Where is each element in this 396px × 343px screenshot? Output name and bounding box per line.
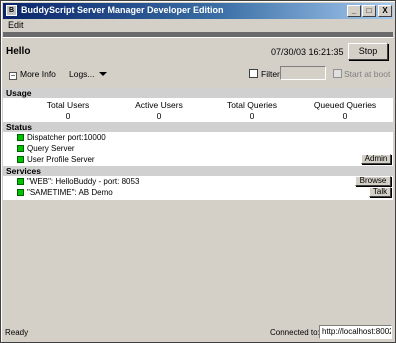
- stat-queued-queries-value: 0: [342, 111, 348, 121]
- stat-total-queries-label: Total Queries: [226, 100, 278, 110]
- server-datetime: 07/30/03 16:21:35: [271, 47, 344, 57]
- maximize-button[interactable]: □: [362, 5, 376, 17]
- connected-label: Connected to:: [270, 328, 320, 337]
- main-content: Hello 07/30/03 16:21:35 Stop − More Info …: [3, 38, 393, 323]
- service-item-label: "SAMETIME": AB Demo: [27, 188, 113, 197]
- logs-label: Logs...: [69, 69, 95, 79]
- more-info-label: More Info: [20, 69, 56, 79]
- status-item-user-profile: User Profile Server: [17, 155, 95, 164]
- stat-total-users-value: 0: [65, 111, 71, 121]
- status-bar: Ready Connected to: http://localhost:800…: [3, 323, 393, 341]
- close-button[interactable]: X: [378, 5, 392, 17]
- service-ok-icon: [17, 178, 24, 185]
- chevron-down-icon: [98, 72, 107, 76]
- stat-active-users-label: Active Users: [135, 100, 183, 110]
- service-item-web: "WEB": HelloBuddy - port: 8053: [17, 177, 139, 186]
- info-panel: Usage Total Users Active Users Total Que…: [3, 88, 393, 200]
- collapse-icon: −: [9, 71, 17, 80]
- service-ok-icon: [17, 189, 24, 196]
- menu-edit[interactable]: Edit: [8, 20, 24, 30]
- filter-label: Filter: [261, 69, 280, 79]
- menu-bar: Edit: [3, 19, 393, 32]
- status-item-dispatcher: Dispatcher port:10000: [17, 133, 106, 142]
- window-title: BuddyScript Server Manager Developer Edi…: [21, 5, 224, 15]
- usage-heading: Usage: [3, 88, 393, 98]
- stat-total-queries-value: 0: [249, 111, 255, 121]
- status-item-query-server: Query Server: [17, 144, 75, 153]
- stat-total-users-label: Total Users: [46, 100, 90, 110]
- minimize-button[interactable]: _: [347, 5, 361, 17]
- logs-dropdown[interactable]: Logs...: [69, 69, 107, 79]
- status-item-label: Dispatcher port:10000: [27, 133, 106, 142]
- browse-button[interactable]: Browse: [355, 176, 391, 186]
- status-item-label: Query Server: [27, 144, 75, 153]
- admin-button[interactable]: Admin: [361, 154, 391, 164]
- status-ok-icon: [17, 145, 24, 152]
- services-heading: Services: [3, 166, 393, 176]
- more-info-toggle[interactable]: − More Info: [9, 69, 56, 80]
- filter-checkbox[interactable]: [249, 69, 258, 78]
- greeting-title: Hello: [6, 46, 31, 57]
- talk-button[interactable]: Talk: [369, 187, 391, 197]
- start-at-boot-label: Start at boot: [344, 69, 391, 79]
- title-bar[interactable]: B BuddyScript Server Manager Developer E…: [3, 3, 393, 19]
- status-ok-icon: [17, 134, 24, 141]
- stat-active-users-value: 0: [156, 111, 162, 121]
- stat-queued-queries-label: Queued Queries: [313, 100, 377, 110]
- app-icon[interactable]: B: [6, 5, 17, 16]
- service-item-sametime: "SAMETIME": AB Demo: [17, 188, 113, 197]
- start-at-boot-checkbox[interactable]: [333, 69, 342, 78]
- app-window: B BuddyScript Server Manager Developer E…: [0, 0, 396, 343]
- filter-input[interactable]: [280, 66, 326, 80]
- server-url-field[interactable]: http://localhost:8002: [319, 325, 392, 339]
- stop-button[interactable]: Stop: [348, 43, 388, 60]
- service-item-label: "WEB": HelloBuddy - port: 8053: [27, 177, 140, 186]
- status-text: Ready: [5, 328, 29, 337]
- status-item-label: User Profile Server: [27, 155, 95, 164]
- status-ok-icon: [17, 156, 24, 163]
- status-heading: Status: [3, 122, 393, 132]
